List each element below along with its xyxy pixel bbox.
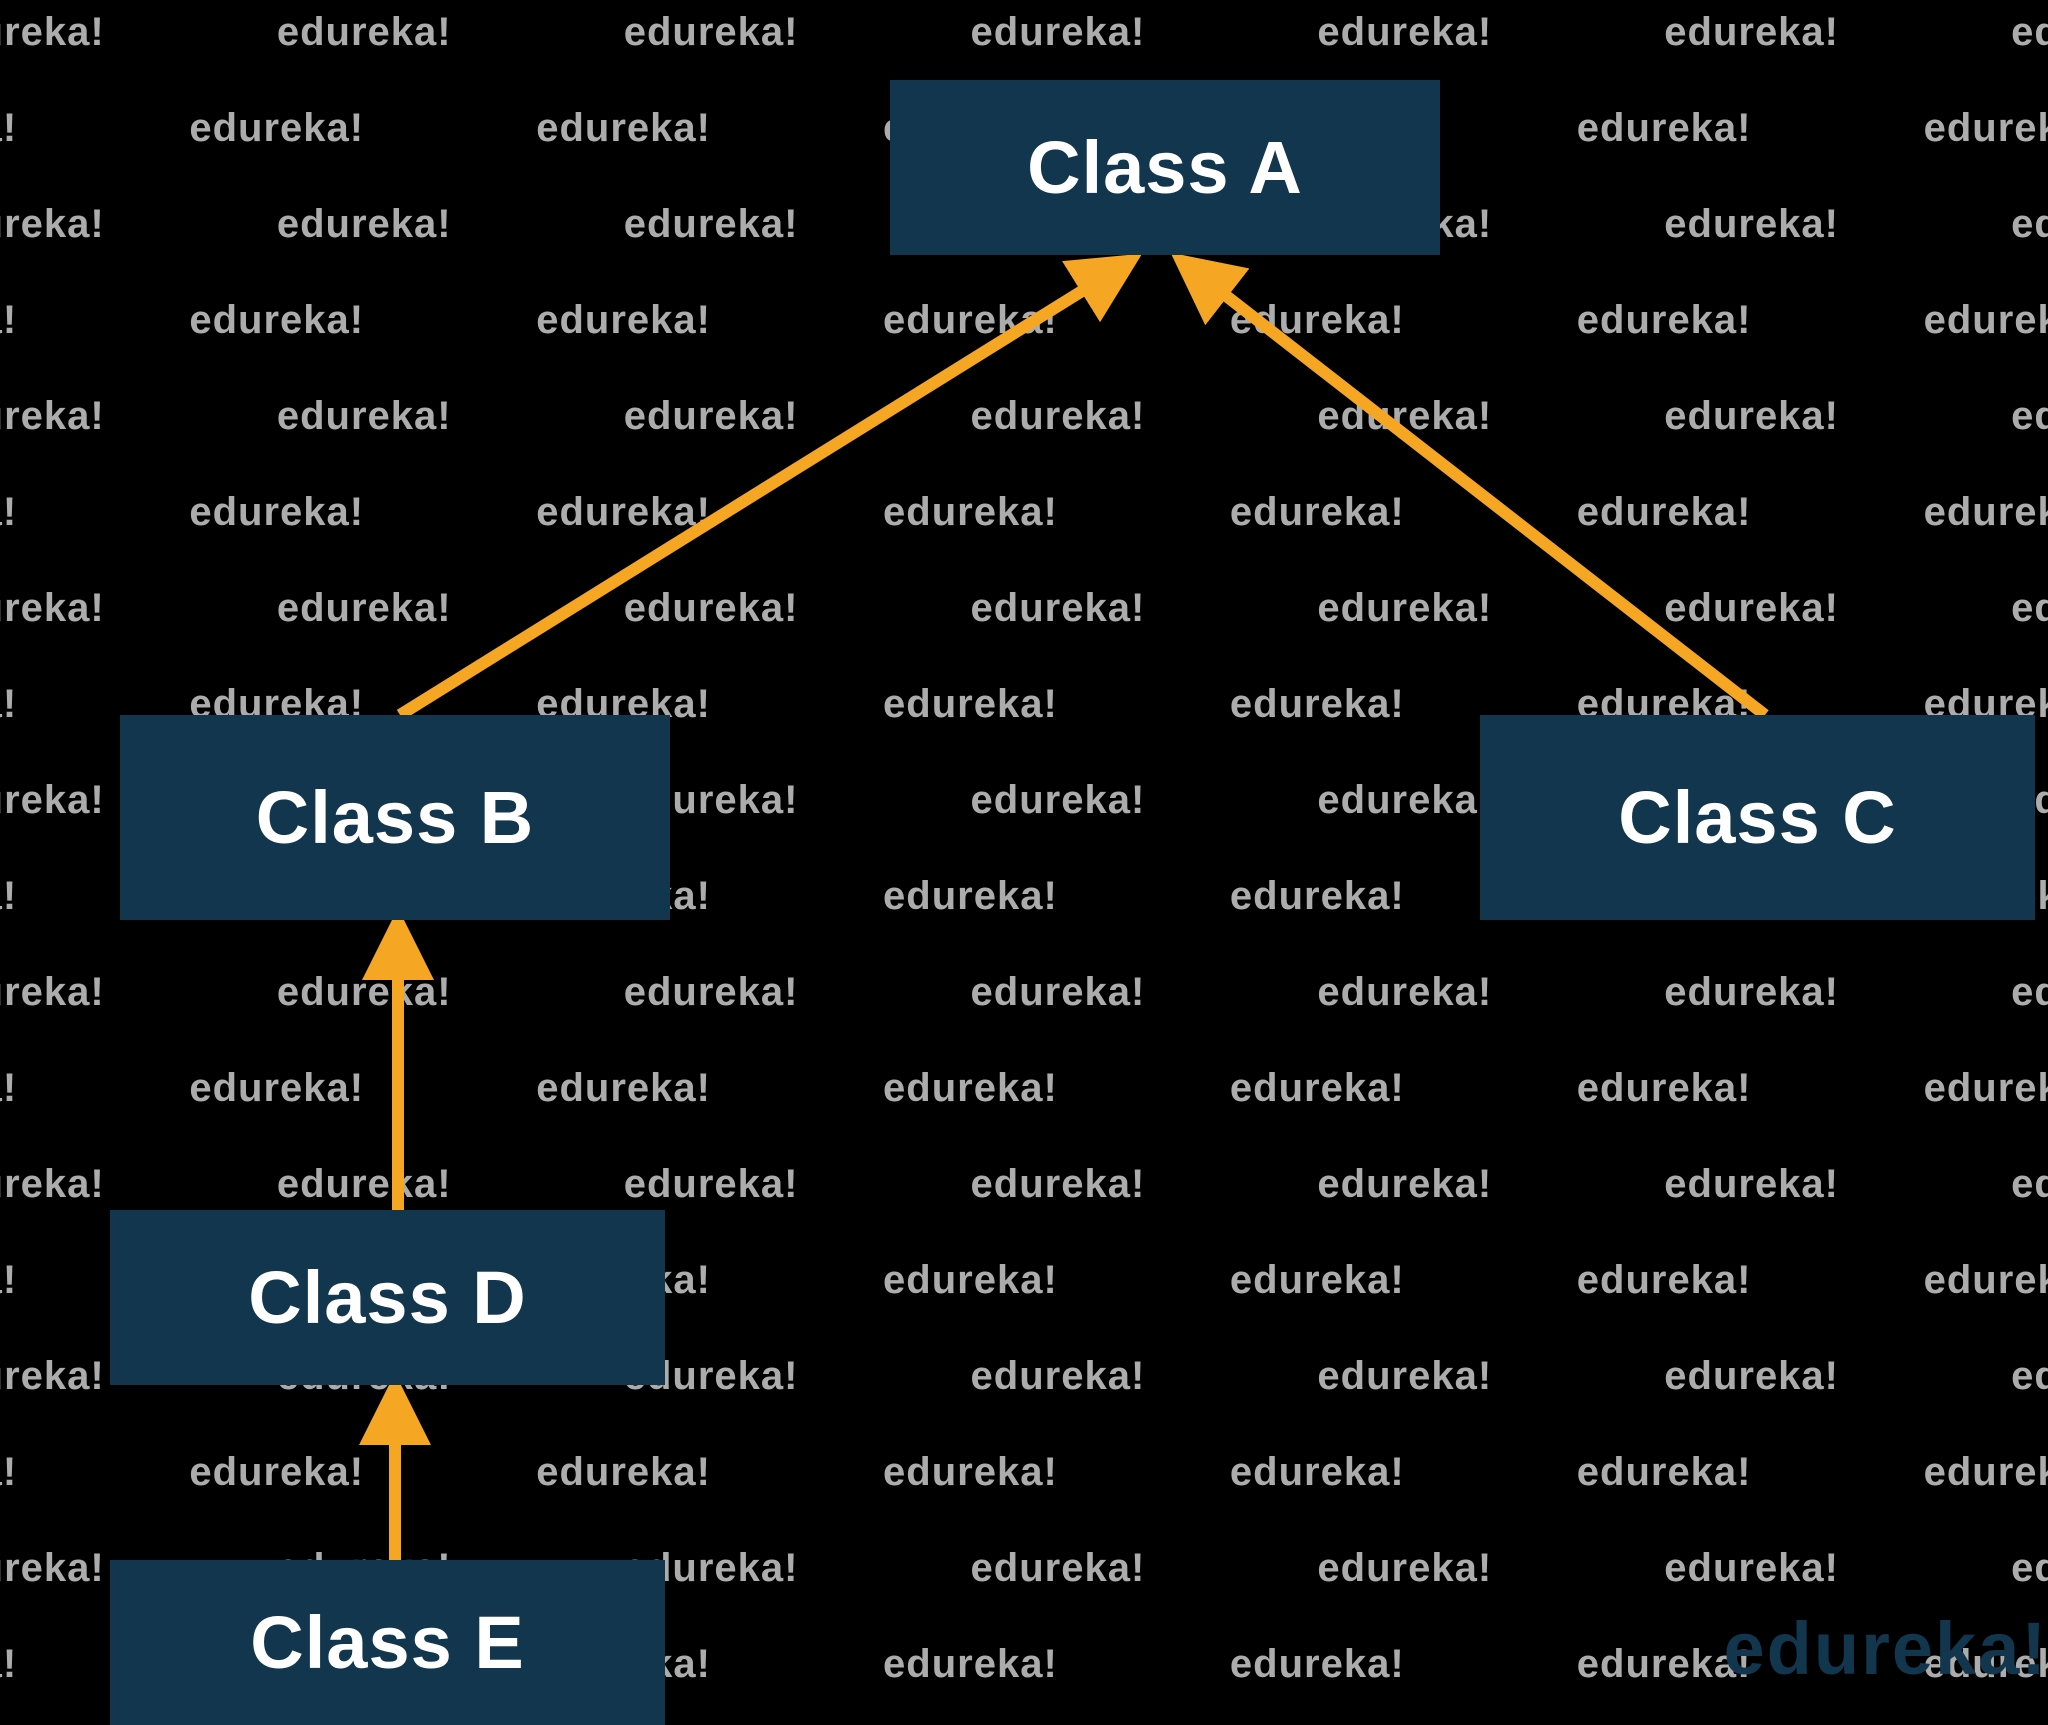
node-label: Class A — [1027, 125, 1303, 210]
node-class-e: Class E — [110, 1560, 665, 1725]
node-class-b: Class B — [120, 715, 670, 920]
diagram-canvas: Class A Class B Class C Class D Class E — [0, 0, 2048, 1721]
node-label: Class B — [256, 775, 534, 860]
node-class-a: Class A — [890, 80, 1440, 255]
node-label: Class C — [1618, 775, 1896, 860]
brand-logo: edureka! — [1724, 1606, 2048, 1691]
node-class-d: Class D — [110, 1210, 665, 1385]
node-label: Class E — [250, 1600, 524, 1685]
arrow-c-to-a — [1180, 260, 1765, 715]
node-class-c: Class C — [1480, 715, 2035, 920]
node-label: Class D — [248, 1255, 526, 1340]
arrow-b-to-a — [400, 260, 1132, 715]
